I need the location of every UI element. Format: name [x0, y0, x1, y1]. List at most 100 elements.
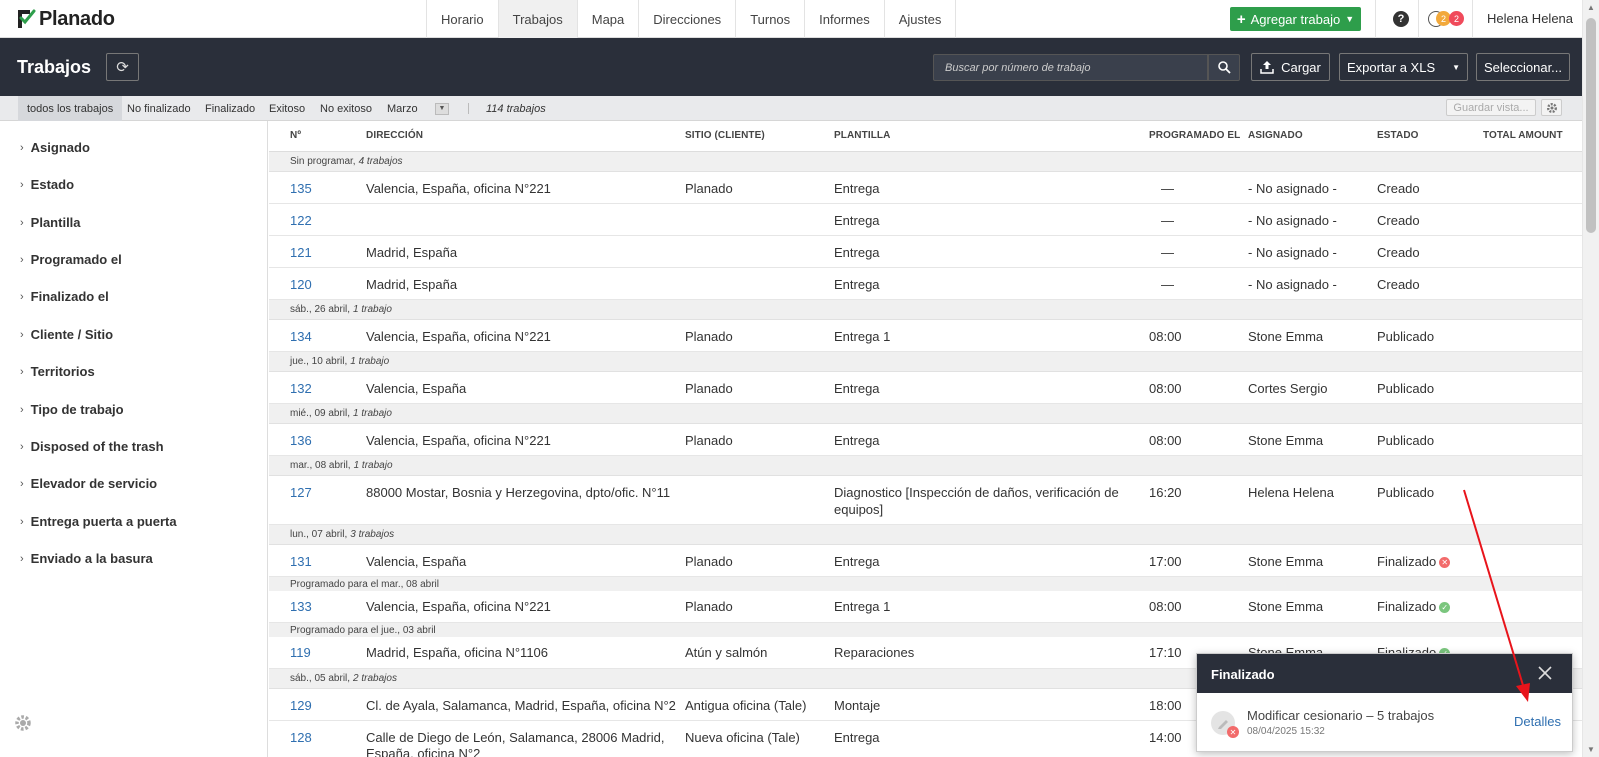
job-number[interactable]: 121	[290, 245, 312, 260]
job-template: Montaje	[834, 698, 881, 713]
sidebar-filter-territorios[interactable]: › Territorios	[20, 364, 95, 379]
column-header-site[interactable]: SITIO (CLIENTE)	[685, 130, 765, 141]
table-row[interactable]: 122 Entrega — - No asignado - Creado	[269, 204, 1582, 236]
job-number[interactable]: 120	[290, 277, 312, 292]
job-number[interactable]: 135	[290, 181, 312, 196]
sidebar-filter-finalizado[interactable]: › Finalizado el	[20, 289, 109, 304]
table-row[interactable]: 127 88000 Mostar, Bosnia y Herzegovina, …	[269, 476, 1582, 525]
add-job-button[interactable]: + Agregar trabajo ▼	[1230, 7, 1361, 31]
column-header-template[interactable]: PLANTILLA	[834, 130, 890, 141]
table-row[interactable]: 121 Madrid, España Entrega — - No asigna…	[269, 236, 1582, 268]
job-number[interactable]: 127	[290, 485, 312, 500]
toast-timestamp: 08/04/2025 15:32	[1247, 726, 1325, 737]
job-number[interactable]: 122	[290, 213, 312, 228]
group-header: mié., 09 abril, 1 trabajo	[269, 404, 1582, 424]
job-assigned: Stone Emma	[1248, 554, 1324, 569]
table-row[interactable]: 134 Valencia, España, oficina N°221 Plan…	[269, 320, 1582, 352]
job-address: Cl. de Ayala, Salamanca, Madrid, España,…	[366, 698, 676, 713]
sidebar-filter-programado[interactable]: › Programado el	[20, 252, 122, 267]
sidebar-filter-estado[interactable]: › Estado	[20, 177, 74, 192]
scroll-thumb[interactable]	[1586, 18, 1596, 233]
close-icon[interactable]	[1538, 666, 1552, 680]
divider	[1418, 0, 1419, 38]
filter-tab-unsuccessful[interactable]: No exitoso	[320, 96, 372, 121]
refresh-icon: ⟳	[116, 59, 129, 76]
nav-tab-horario[interactable]: Horario	[427, 0, 499, 38]
search-input[interactable]: Buscar por número de trabajo	[933, 54, 1208, 81]
page-title: Trabajos	[17, 57, 92, 77]
job-number[interactable]: 136	[290, 433, 312, 448]
sidebar-filter-asignado[interactable]: › Asignado	[20, 140, 90, 155]
page-scrollbar[interactable]: ▲ ▼	[1582, 0, 1599, 757]
job-number[interactable]: 131	[290, 554, 312, 569]
toast-message: Modificar cesionario – 5 trabajos	[1247, 708, 1435, 723]
sidebar-filter-plantilla[interactable]: › Plantilla	[20, 215, 81, 230]
sidebar-filter-tipo[interactable]: › Tipo de trabajo	[20, 402, 124, 417]
filter-tab-all[interactable]: todos los trabajos	[18, 96, 123, 121]
add-job-label: Agregar trabajo	[1250, 11, 1341, 27]
sidebar-filter-label: Elevador de servicio	[30, 476, 158, 491]
column-header-number[interactable]: Nº	[290, 130, 301, 141]
sidebar-filter-disposed[interactable]: › Disposed of the trash	[20, 439, 164, 454]
search-button[interactable]	[1208, 54, 1240, 81]
filter-tab-not-finished[interactable]: No finalizado	[127, 96, 191, 121]
nav-tab-ajustes[interactable]: Ajustes	[885, 0, 957, 38]
table-row[interactable]: 131 Valencia, España Planado Entrega 17:…	[269, 545, 1582, 577]
table-row[interactable]: 132 Valencia, España Planado Entrega 08:…	[269, 372, 1582, 404]
gear-icon	[1546, 102, 1557, 113]
table-row[interactable]: 120 Madrid, España Entrega — - No asigna…	[269, 268, 1582, 300]
job-number[interactable]: 129	[290, 698, 312, 713]
nav-tab-turnos[interactable]: Turnos	[736, 0, 806, 38]
sidebar-filter-label: Asignado	[30, 140, 90, 155]
table-row[interactable]: 133 Valencia, España, oficina N°221 Plan…	[269, 591, 1582, 623]
job-scheduled: —	[1161, 213, 1174, 228]
filter-tab-successful[interactable]: Exitoso	[269, 96, 305, 121]
table-settings-button[interactable]	[1541, 99, 1562, 116]
filter-tab-marzo[interactable]: Marzo	[387, 96, 418, 121]
sidebar-filter-cliente-sitio[interactable]: › Cliente / Sitio	[20, 327, 113, 342]
job-assigned: - No asignado -	[1248, 181, 1337, 196]
export-xls-button[interactable]: Exportar a XLS ▼	[1339, 53, 1468, 81]
nav-tab-informes[interactable]: Informes	[805, 0, 885, 38]
refresh-button[interactable]: ⟳	[106, 53, 139, 81]
column-header-assigned[interactable]: ASIGNADO	[1248, 130, 1303, 141]
main-nav-tabs: Horario Trabajos Mapa Direcciones Turnos…	[426, 0, 957, 38]
error-status-icon: ✕	[1439, 557, 1451, 569]
chevron-right-icon: ›	[20, 477, 24, 490]
column-header-address[interactable]: DIRECCIÓN	[366, 130, 423, 141]
nav-tab-mapa[interactable]: Mapa	[578, 0, 640, 38]
column-header-scheduled[interactable]: PROGRAMADO EL	[1149, 130, 1240, 141]
job-number[interactable]: 132	[290, 381, 312, 396]
job-number[interactable]: 134	[290, 329, 312, 344]
column-header-total-amount[interactable]: TOTAL AMOUNT	[1483, 130, 1563, 141]
group-label: jue., 10 abril,	[290, 356, 348, 367]
nav-tab-direcciones[interactable]: Direcciones	[639, 0, 737, 38]
table-row[interactable]: 136 Valencia, España, oficina N°221 Plan…	[269, 424, 1582, 456]
user-menu[interactable]: Helena Helena	[1487, 11, 1573, 26]
job-number[interactable]: 133	[290, 599, 312, 614]
filter-tab-finished[interactable]: Finalizado	[205, 96, 255, 121]
chevron-right-icon: ›	[20, 216, 24, 229]
scroll-up-icon[interactable]: ▲	[1587, 3, 1595, 12]
column-header-status[interactable]: ESTADO	[1377, 130, 1419, 141]
upload-label: Cargar	[1281, 59, 1321, 75]
upload-button[interactable]: Cargar	[1251, 53, 1330, 81]
nav-tab-trabajos[interactable]: Trabajos	[498, 0, 578, 38]
sidebar-filter-entrega[interactable]: › Entrega puerta a puerta	[20, 514, 177, 529]
scroll-down-icon[interactable]: ▼	[1587, 745, 1595, 754]
details-link[interactable]: Detalles	[1514, 714, 1561, 729]
notification-badge-red[interactable]: 2	[1449, 11, 1464, 26]
select-button[interactable]: Seleccionar...	[1476, 53, 1570, 81]
job-address-continued: España, oficina N°2	[366, 746, 481, 757]
save-view-button[interactable]: Guardar vista...	[1446, 99, 1536, 116]
job-assigned: - No asignado -	[1248, 213, 1337, 228]
gear-icon[interactable]	[14, 714, 32, 732]
help-icon[interactable]: ?	[1393, 11, 1409, 27]
sidebar-filter-elevador[interactable]: › Elevador de servicio	[20, 476, 157, 491]
job-number[interactable]: 128	[290, 730, 312, 745]
planado-logo[interactable]: Planado	[16, 7, 115, 31]
table-row[interactable]: 135 Valencia, España, oficina N°221 Plan…	[269, 172, 1582, 204]
more-filters-dropdown[interactable]: ▼	[435, 96, 449, 121]
job-number[interactable]: 119	[290, 645, 311, 660]
sidebar-filter-basura[interactable]: › Enviado a la basura	[20, 551, 153, 566]
